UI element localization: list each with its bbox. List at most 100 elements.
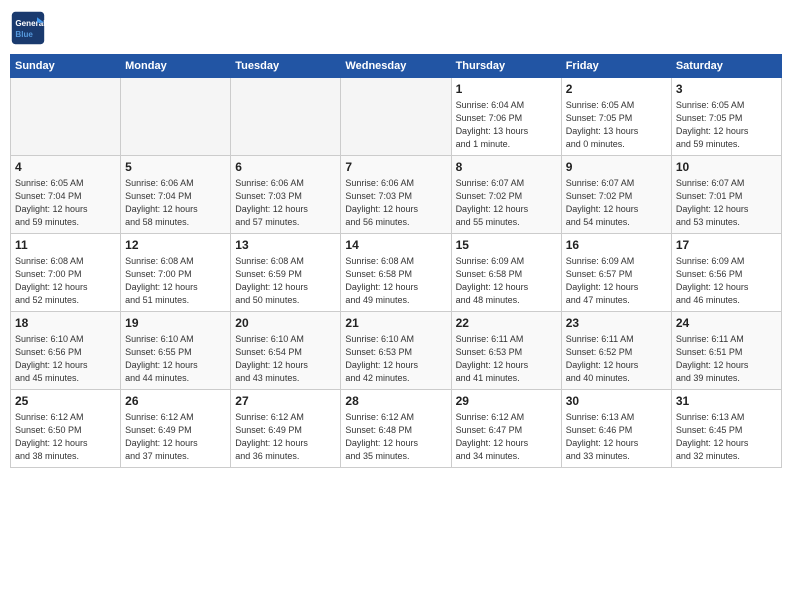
day-cell-8: 8Sunrise: 6:07 AM Sunset: 7:02 PM Daylig… (451, 156, 561, 234)
weekday-header-sunday: Sunday (11, 55, 121, 78)
weekday-header-thursday: Thursday (451, 55, 561, 78)
day-number: 18 (15, 315, 116, 332)
day-cell-22: 22Sunrise: 6:11 AM Sunset: 6:53 PM Dayli… (451, 312, 561, 390)
day-number: 9 (566, 159, 667, 176)
logo: General Blue (10, 10, 46, 46)
day-cell-16: 16Sunrise: 6:09 AM Sunset: 6:57 PM Dayli… (561, 234, 671, 312)
day-number: 31 (676, 393, 777, 410)
day-cell-30: 30Sunrise: 6:13 AM Sunset: 6:46 PM Dayli… (561, 390, 671, 468)
day-info: Sunrise: 6:06 AM Sunset: 7:03 PM Dayligh… (345, 177, 446, 229)
day-cell-24: 24Sunrise: 6:11 AM Sunset: 6:51 PM Dayli… (671, 312, 781, 390)
day-cell-2: 2Sunrise: 6:05 AM Sunset: 7:05 PM Daylig… (561, 78, 671, 156)
day-number: 28 (345, 393, 446, 410)
page-header: General Blue (10, 10, 782, 46)
weekday-header-saturday: Saturday (671, 55, 781, 78)
week-row-4: 18Sunrise: 6:10 AM Sunset: 6:56 PM Dayli… (11, 312, 782, 390)
day-info: Sunrise: 6:11 AM Sunset: 6:52 PM Dayligh… (566, 333, 667, 385)
day-number: 26 (125, 393, 226, 410)
day-number: 3 (676, 81, 777, 98)
day-cell-10: 10Sunrise: 6:07 AM Sunset: 7:01 PM Dayli… (671, 156, 781, 234)
day-info: Sunrise: 6:10 AM Sunset: 6:56 PM Dayligh… (15, 333, 116, 385)
day-info: Sunrise: 6:06 AM Sunset: 7:04 PM Dayligh… (125, 177, 226, 229)
day-info: Sunrise: 6:10 AM Sunset: 6:55 PM Dayligh… (125, 333, 226, 385)
day-number: 22 (456, 315, 557, 332)
day-number: 20 (235, 315, 336, 332)
day-info: Sunrise: 6:13 AM Sunset: 6:45 PM Dayligh… (676, 411, 777, 463)
svg-text:Blue: Blue (15, 30, 33, 39)
day-info: Sunrise: 6:11 AM Sunset: 6:51 PM Dayligh… (676, 333, 777, 385)
day-number: 30 (566, 393, 667, 410)
calendar-table: SundayMondayTuesdayWednesdayThursdayFrid… (10, 54, 782, 468)
weekday-header-monday: Monday (121, 55, 231, 78)
logo-icon: General Blue (10, 10, 46, 46)
weekday-header-wednesday: Wednesday (341, 55, 451, 78)
day-info: Sunrise: 6:08 AM Sunset: 7:00 PM Dayligh… (15, 255, 116, 307)
day-number: 14 (345, 237, 446, 254)
day-cell-7: 7Sunrise: 6:06 AM Sunset: 7:03 PM Daylig… (341, 156, 451, 234)
day-cell-20: 20Sunrise: 6:10 AM Sunset: 6:54 PM Dayli… (231, 312, 341, 390)
day-info: Sunrise: 6:07 AM Sunset: 7:02 PM Dayligh… (456, 177, 557, 229)
day-info: Sunrise: 6:05 AM Sunset: 7:04 PM Dayligh… (15, 177, 116, 229)
week-row-3: 11Sunrise: 6:08 AM Sunset: 7:00 PM Dayli… (11, 234, 782, 312)
day-info: Sunrise: 6:10 AM Sunset: 6:54 PM Dayligh… (235, 333, 336, 385)
day-cell-31: 31Sunrise: 6:13 AM Sunset: 6:45 PM Dayli… (671, 390, 781, 468)
day-number: 10 (676, 159, 777, 176)
day-cell-6: 6Sunrise: 6:06 AM Sunset: 7:03 PM Daylig… (231, 156, 341, 234)
day-info: Sunrise: 6:10 AM Sunset: 6:53 PM Dayligh… (345, 333, 446, 385)
day-number: 16 (566, 237, 667, 254)
week-row-5: 25Sunrise: 6:12 AM Sunset: 6:50 PM Dayli… (11, 390, 782, 468)
day-cell-4: 4Sunrise: 6:05 AM Sunset: 7:04 PM Daylig… (11, 156, 121, 234)
day-cell-13: 13Sunrise: 6:08 AM Sunset: 6:59 PM Dayli… (231, 234, 341, 312)
day-info: Sunrise: 6:07 AM Sunset: 7:02 PM Dayligh… (566, 177, 667, 229)
day-info: Sunrise: 6:09 AM Sunset: 6:57 PM Dayligh… (566, 255, 667, 307)
day-info: Sunrise: 6:12 AM Sunset: 6:48 PM Dayligh… (345, 411, 446, 463)
day-cell-25: 25Sunrise: 6:12 AM Sunset: 6:50 PM Dayli… (11, 390, 121, 468)
weekday-header-tuesday: Tuesday (231, 55, 341, 78)
day-number: 6 (235, 159, 336, 176)
day-cell-9: 9Sunrise: 6:07 AM Sunset: 7:02 PM Daylig… (561, 156, 671, 234)
day-cell-27: 27Sunrise: 6:12 AM Sunset: 6:49 PM Dayli… (231, 390, 341, 468)
day-cell-1: 1Sunrise: 6:04 AM Sunset: 7:06 PM Daylig… (451, 78, 561, 156)
day-number: 5 (125, 159, 226, 176)
day-cell-19: 19Sunrise: 6:10 AM Sunset: 6:55 PM Dayli… (121, 312, 231, 390)
empty-cell (231, 78, 341, 156)
empty-cell (121, 78, 231, 156)
day-info: Sunrise: 6:09 AM Sunset: 6:56 PM Dayligh… (676, 255, 777, 307)
day-number: 15 (456, 237, 557, 254)
empty-cell (341, 78, 451, 156)
day-info: Sunrise: 6:04 AM Sunset: 7:06 PM Dayligh… (456, 99, 557, 151)
day-info: Sunrise: 6:11 AM Sunset: 6:53 PM Dayligh… (456, 333, 557, 385)
day-cell-26: 26Sunrise: 6:12 AM Sunset: 6:49 PM Dayli… (121, 390, 231, 468)
day-info: Sunrise: 6:13 AM Sunset: 6:46 PM Dayligh… (566, 411, 667, 463)
day-info: Sunrise: 6:12 AM Sunset: 6:47 PM Dayligh… (456, 411, 557, 463)
day-info: Sunrise: 6:05 AM Sunset: 7:05 PM Dayligh… (566, 99, 667, 151)
day-number: 17 (676, 237, 777, 254)
day-info: Sunrise: 6:08 AM Sunset: 6:58 PM Dayligh… (345, 255, 446, 307)
day-info: Sunrise: 6:08 AM Sunset: 6:59 PM Dayligh… (235, 255, 336, 307)
day-cell-3: 3Sunrise: 6:05 AM Sunset: 7:05 PM Daylig… (671, 78, 781, 156)
day-number: 21 (345, 315, 446, 332)
day-cell-5: 5Sunrise: 6:06 AM Sunset: 7:04 PM Daylig… (121, 156, 231, 234)
day-number: 13 (235, 237, 336, 254)
day-number: 2 (566, 81, 667, 98)
day-number: 23 (566, 315, 667, 332)
day-number: 12 (125, 237, 226, 254)
day-number: 19 (125, 315, 226, 332)
day-number: 4 (15, 159, 116, 176)
weekday-header-friday: Friday (561, 55, 671, 78)
day-cell-11: 11Sunrise: 6:08 AM Sunset: 7:00 PM Dayli… (11, 234, 121, 312)
day-info: Sunrise: 6:06 AM Sunset: 7:03 PM Dayligh… (235, 177, 336, 229)
day-number: 7 (345, 159, 446, 176)
day-info: Sunrise: 6:12 AM Sunset: 6:49 PM Dayligh… (125, 411, 226, 463)
day-cell-12: 12Sunrise: 6:08 AM Sunset: 7:00 PM Dayli… (121, 234, 231, 312)
day-cell-14: 14Sunrise: 6:08 AM Sunset: 6:58 PM Dayli… (341, 234, 451, 312)
day-cell-28: 28Sunrise: 6:12 AM Sunset: 6:48 PM Dayli… (341, 390, 451, 468)
day-number: 11 (15, 237, 116, 254)
day-cell-17: 17Sunrise: 6:09 AM Sunset: 6:56 PM Dayli… (671, 234, 781, 312)
empty-cell (11, 78, 121, 156)
day-cell-21: 21Sunrise: 6:10 AM Sunset: 6:53 PM Dayli… (341, 312, 451, 390)
day-number: 29 (456, 393, 557, 410)
day-number: 8 (456, 159, 557, 176)
day-number: 24 (676, 315, 777, 332)
week-row-1: 1Sunrise: 6:04 AM Sunset: 7:06 PM Daylig… (11, 78, 782, 156)
